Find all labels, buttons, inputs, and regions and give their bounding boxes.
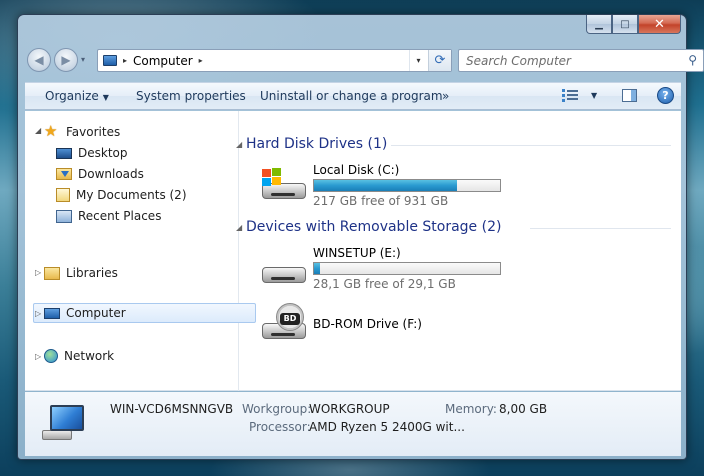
address-bar[interactable]: ▸ Computer ▸ ▾ ⟳	[97, 49, 452, 72]
content-area: ◢ ★ Favorites Desktop Downloads My Docum…	[25, 111, 681, 391]
nav-recent-places-label: Recent Places	[78, 209, 162, 223]
back-button[interactable]: ◀	[27, 48, 51, 72]
drive-label: Local Disk (C:)	[313, 163, 400, 177]
memory-label: Memory:	[445, 402, 497, 416]
nav-computer-label: Computer	[66, 306, 126, 320]
search-icon[interactable]: ⚲	[688, 53, 697, 67]
nav-my-documents[interactable]: My Documents (2)	[56, 185, 187, 205]
refresh-icon[interactable]: ⟳	[428, 50, 451, 71]
breadcrumb-chevron-icon[interactable]: ▸	[199, 56, 203, 65]
search-placeholder: Search Computer	[466, 53, 571, 68]
chevron-down-icon: ▼	[102, 93, 109, 102]
nav-favorites-label: Favorites	[66, 125, 121, 139]
drive-usage-fill	[314, 263, 321, 274]
group-divider	[391, 145, 671, 146]
removable-drive-icon	[260, 255, 308, 285]
address-dropdown-icon[interactable]: ▾	[409, 50, 427, 71]
nav-desktop-label: Desktop	[78, 146, 128, 160]
libraries-icon	[44, 266, 60, 280]
change-view-icon[interactable]	[562, 88, 578, 102]
nav-favorites[interactable]: ★ Favorites	[44, 122, 120, 142]
network-icon	[44, 349, 58, 363]
nav-downloads-label: Downloads	[78, 167, 144, 181]
drive-label: WINSETUP (E:)	[313, 246, 401, 260]
group-divider	[530, 228, 671, 229]
explorer-window: ▁ □ ✕ ◀ ▶ ▾ ▸ Computer ▸ ▾ ⟳ Search Comp…	[17, 14, 704, 460]
processor-value: AMD Ryzen 5 2400G wit...	[309, 420, 465, 434]
nav-my-documents-label: My Documents (2)	[76, 188, 187, 202]
group-removable-storage-label: Devices with Removable Storage (2)	[246, 219, 502, 235]
nav-computer[interactable]: ▷ Computer	[33, 303, 256, 323]
windows-logo-icon	[260, 167, 282, 187]
maximize-button[interactable]: □	[612, 15, 638, 34]
close-button[interactable]: ✕	[638, 15, 681, 34]
group-hard-disk-drives-label: Hard Disk Drives (1)	[246, 136, 388, 152]
documents-icon	[56, 188, 70, 202]
workgroup-label: Workgroup:	[242, 402, 312, 416]
more-commands-button[interactable]: »	[442, 89, 449, 103]
drive-label: BD-ROM Drive (F:)	[313, 317, 422, 331]
computer-icon	[44, 307, 60, 319]
downloads-icon	[56, 168, 72, 180]
expand-network-icon[interactable]: ▷	[35, 352, 41, 361]
nav-desktop[interactable]: Desktop	[56, 143, 128, 163]
forward-arrow-icon: ▶	[61, 53, 71, 67]
view-options-chevron-icon[interactable]: ▼	[591, 91, 597, 100]
drive-free-space: 28,1 GB free of 29,1 GB	[313, 277, 456, 291]
hard-drive-icon	[260, 168, 308, 201]
drive-usage-fill	[314, 180, 457, 191]
preview-pane-icon[interactable]	[622, 89, 637, 102]
back-arrow-icon: ◀	[34, 53, 44, 67]
organize-button[interactable]: Organize ▼	[45, 89, 109, 103]
details-pane: WIN-VCD6MSNNGVB Workgroup: WORKGROUP Mem…	[25, 392, 681, 456]
organize-label: Organize	[45, 89, 99, 103]
recent-pages-dropdown-icon[interactable]: ▾	[81, 55, 85, 64]
collapse-group-icon[interactable]: ◢	[236, 140, 242, 149]
desktop-icon	[56, 147, 72, 159]
computer-icon	[103, 55, 117, 66]
expand-computer-icon[interactable]: ▷	[35, 309, 41, 318]
nav-network-label: Network	[64, 349, 115, 363]
search-input[interactable]: Search Computer ⚲	[458, 49, 704, 72]
memory-value: 8,00 GB	[499, 402, 548, 416]
nav-libraries-label: Libraries	[66, 266, 118, 280]
nav-libraries[interactable]: Libraries	[44, 263, 118, 283]
system-properties-button[interactable]: System properties	[136, 89, 246, 103]
bd-rom-drive-icon: BD	[260, 303, 308, 341]
star-icon: ★	[44, 122, 58, 140]
expand-libraries-icon[interactable]: ▷	[35, 268, 41, 277]
uninstall-program-button[interactable]: Uninstall or change a program	[260, 89, 443, 103]
command-bar: Organize ▼ System properties Uninstall or…	[25, 82, 681, 110]
minimize-button[interactable]: ▁	[586, 15, 612, 34]
forward-button[interactable]: ▶	[54, 48, 78, 72]
collapse-favorites-icon[interactable]: ◢	[35, 126, 41, 135]
navigation-pane: ◢ ★ Favorites Desktop Downloads My Docum…	[25, 111, 256, 391]
nav-network[interactable]: Network	[44, 346, 114, 366]
bd-badge: BD	[280, 313, 300, 325]
processor-label: Processor:	[249, 420, 311, 434]
recent-places-icon	[56, 209, 72, 223]
drive-usage-bar	[313, 179, 501, 192]
drive-usage-bar	[313, 262, 501, 275]
computer-icon	[42, 405, 88, 441]
group-removable-storage[interactable]: ◢ Devices with Removable Storage (2)	[236, 219, 502, 235]
help-icon[interactable]: ?	[657, 87, 674, 104]
navigation-bar: ◀ ▶ ▾ ▸ Computer ▸ ▾ ⟳ Search Computer ⚲	[27, 48, 704, 74]
nav-recent-places[interactable]: Recent Places	[56, 206, 161, 226]
drives-view: ◢ Hard Disk Drives (1) Local Disk (C:) 2…	[236, 111, 681, 391]
computer-name: WIN-VCD6MSNNGVB	[110, 402, 234, 416]
group-hard-disk-drives[interactable]: ◢ Hard Disk Drives (1)	[236, 136, 388, 152]
collapse-group-icon[interactable]: ◢	[236, 223, 242, 232]
breadcrumb-computer[interactable]: Computer	[133, 54, 193, 68]
workgroup-value: WORKGROUP	[309, 402, 390, 416]
nav-downloads[interactable]: Downloads	[56, 164, 144, 184]
drive-free-space: 217 GB free of 931 GB	[313, 194, 449, 208]
breadcrumb-separator-icon[interactable]: ▸	[123, 56, 127, 65]
caption-buttons: ▁ □ ✕	[586, 15, 681, 34]
